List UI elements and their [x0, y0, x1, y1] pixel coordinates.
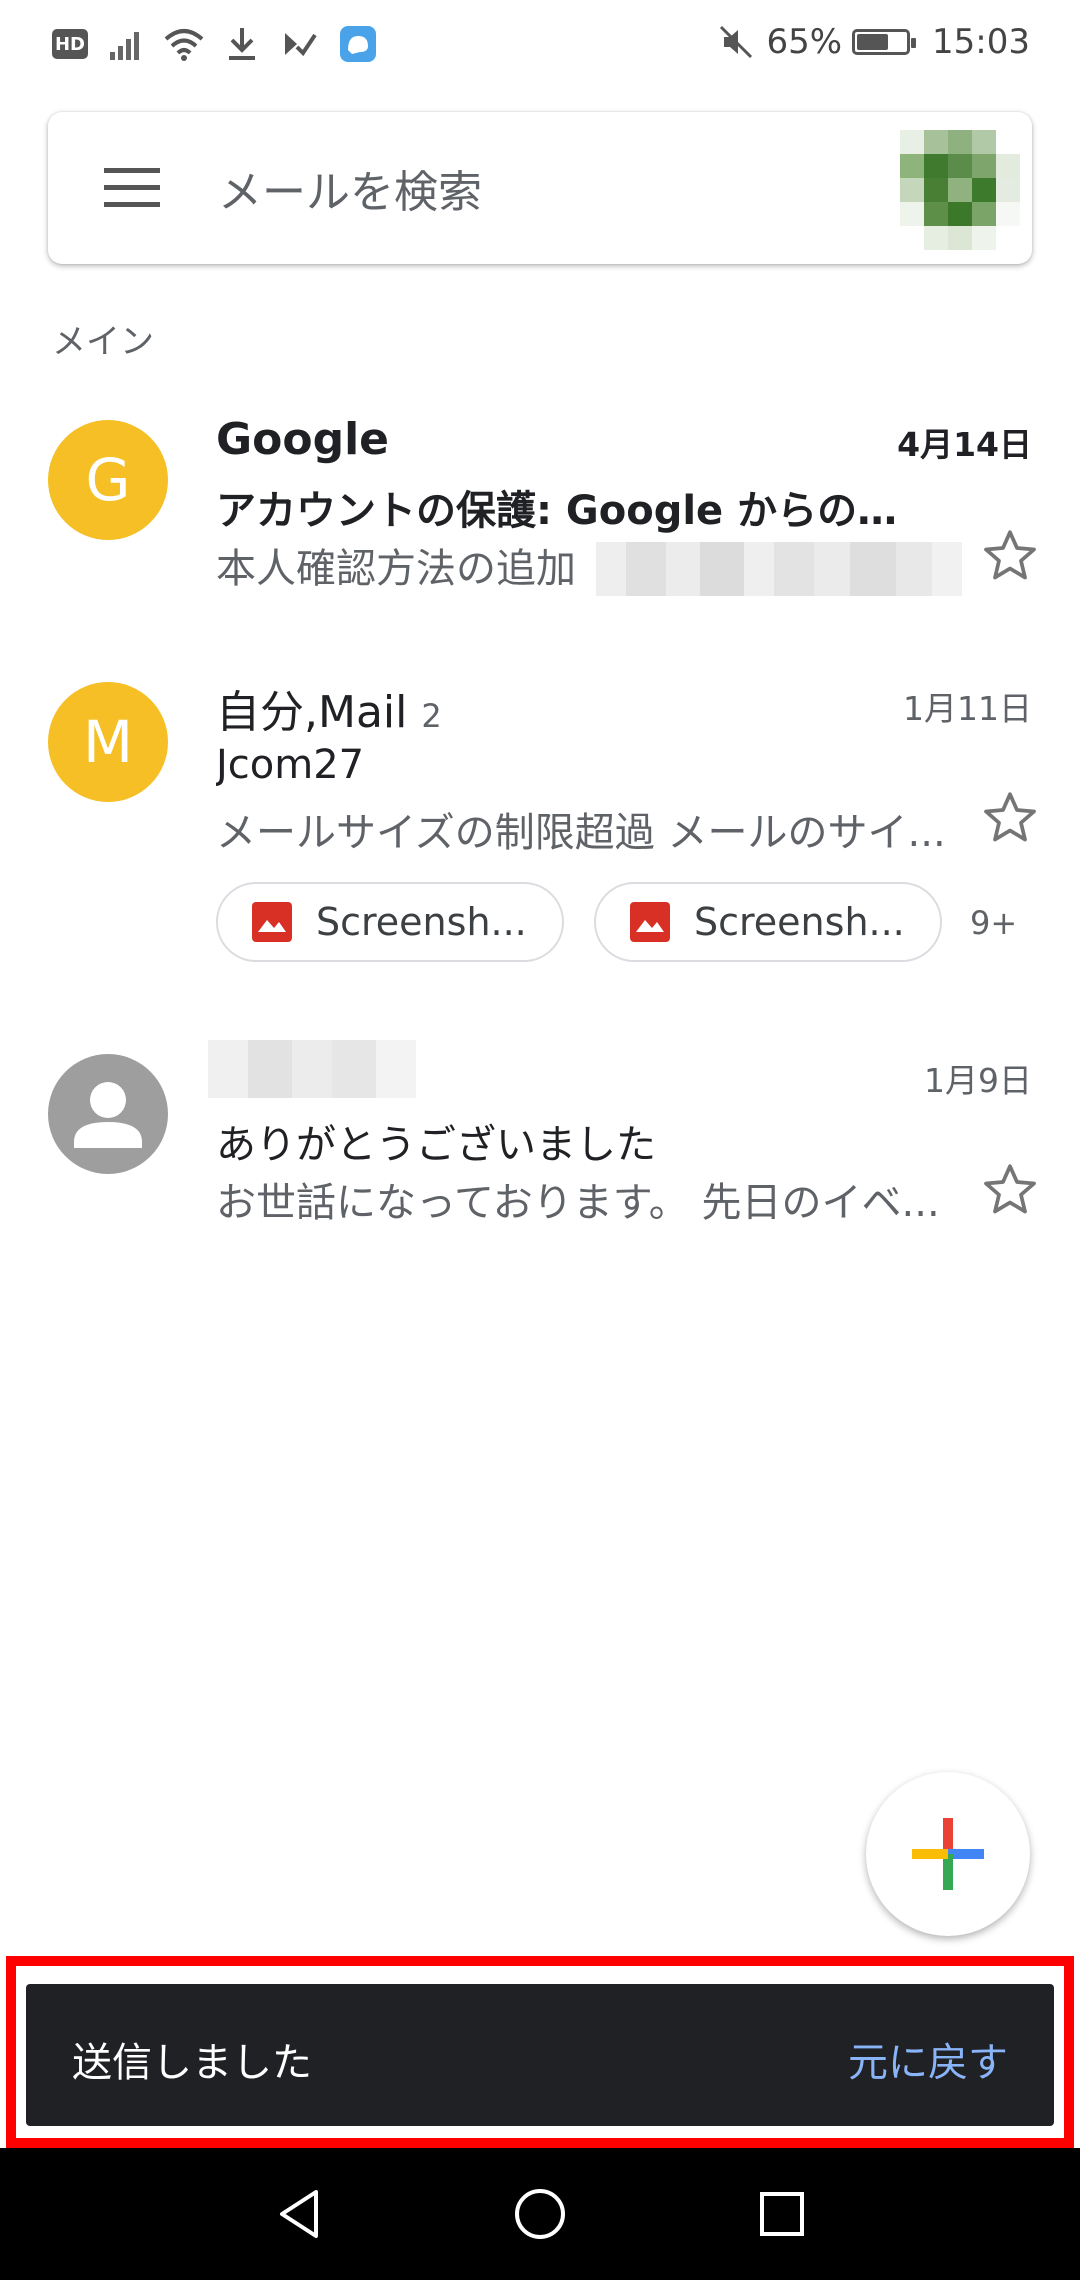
battery-icon [852, 29, 917, 55]
mail-date: 1月9日 [924, 1061, 1032, 1100]
status-bar: HD 65% 15:03 [0, 0, 1080, 92]
sender-avatar[interactable] [48, 1054, 168, 1174]
mail-subject: Jcom27 [216, 742, 365, 788]
mail-row[interactable]: M 自分,Mail 2 1月11日 Jcom27 メールサイズの制限超過 メールの… [0, 662, 1080, 982]
undo-button[interactable]: 元に戻す [848, 2030, 1008, 2088]
wifi-icon [164, 24, 204, 64]
status-icons-left: HD [52, 24, 378, 64]
account-avatar[interactable] [900, 130, 1020, 250]
snackbar-message: 送信しました [72, 2040, 312, 2086]
status-icons-right: 65% 15:03 [716, 22, 1030, 62]
navigation-bar [0, 2148, 1080, 2280]
home-icon[interactable] [510, 2184, 570, 2244]
battery-percent: 65% [766, 22, 843, 62]
mail-subject: ありがとうございました [216, 1122, 656, 1168]
app-icon [338, 24, 378, 64]
mail-snippet: メールサイズの制限超過 メールのサイ... [216, 810, 946, 856]
signal-icon [106, 24, 146, 64]
image-icon [630, 902, 670, 942]
search-input[interactable]: メールを検索 [218, 156, 482, 220]
mail-row[interactable]: 1月9日 ありがとうございました お世話になっております。 先日のイベ... [0, 1030, 1080, 1250]
clock: 15:03 [932, 22, 1030, 62]
person-icon [74, 1082, 142, 1148]
mute-icon [716, 22, 756, 62]
snackbar: 送信しました 元に戻す [26, 1984, 1054, 2126]
star-icon[interactable] [980, 788, 1040, 848]
compose-button[interactable] [866, 1772, 1030, 1936]
search-bar[interactable]: メールを検索 [48, 112, 1032, 264]
attachment-name: Screensh... [694, 900, 905, 944]
download-icon [222, 24, 262, 64]
star-icon[interactable] [980, 1160, 1040, 1220]
sender-avatar[interactable]: G [48, 420, 168, 540]
attachment-name: Screensh... [316, 900, 527, 944]
thread-count: 2 [421, 697, 442, 735]
notification-icon [280, 24, 320, 64]
star-icon[interactable] [980, 526, 1040, 586]
sender-name: Google [216, 414, 389, 465]
back-icon[interactable] [270, 2184, 330, 2244]
recents-icon[interactable] [752, 2184, 812, 2244]
sender-name: 自分,Mail 2 [216, 687, 442, 738]
mail-date: 1月11日 [903, 689, 1032, 728]
hd-icon: HD [52, 29, 88, 59]
mail-date: 4月14日 [897, 425, 1032, 464]
mail-snippet: お世話になっております。 先日のイベ... [216, 1180, 940, 1226]
attachment-chip[interactable]: Screensh... [216, 882, 564, 962]
hamburger-menu-icon[interactable] [104, 160, 160, 216]
section-label: メイン [52, 322, 154, 362]
mail-subject: アカウントの保護: Google からのセ... [216, 488, 926, 534]
attachment-chip[interactable]: Screensh... [594, 882, 942, 962]
redacted-sender [208, 1040, 416, 1098]
sender-avatar[interactable]: M [48, 682, 168, 802]
more-attachments-count: 9+ [970, 904, 1018, 942]
compose-plus-icon [912, 1818, 984, 1890]
redacted-text [596, 542, 962, 596]
image-icon [252, 902, 292, 942]
mail-row[interactable]: G Google 4月14日 アカウントの保護: Google からのセ... … [0, 400, 1080, 620]
